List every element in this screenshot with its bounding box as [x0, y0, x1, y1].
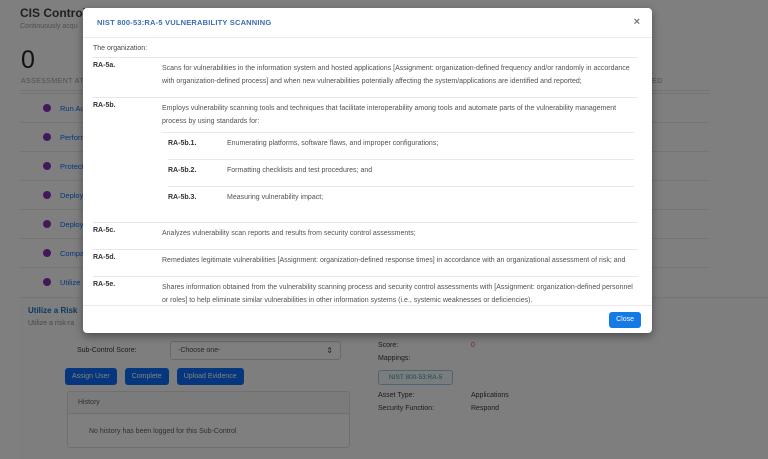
requirements-table: RA-5a.Scans for vulnerabilities in the i…: [93, 57, 638, 305]
modal-footer: Close: [83, 305, 652, 333]
requirement-row: RA-5e.Shares information obtained from t…: [93, 276, 638, 305]
close-icon[interactable]: ×: [634, 17, 640, 28]
requirement-id: RA-5b.3.: [168, 191, 227, 204]
modal-body: The organization: RA-5a.Scans for vulner…: [83, 38, 652, 305]
requirement-id: RA-5b.1.: [168, 137, 227, 150]
requirement-row: RA-5b.Employs vulnerability scanning too…: [93, 97, 638, 222]
requirement-id: RA-5b.2.: [168, 164, 227, 177]
close-button[interactable]: Close: [609, 312, 641, 328]
requirement-subrow: RA-5b.1.Enumerating platforms, software …: [168, 133, 634, 159]
modal-title: NIST 800-53:RA-5 VULNERABILITY SCANNING: [97, 18, 271, 27]
requirement-text: Analyzes vulnerability scan reports and …: [162, 227, 638, 240]
requirement-row: RA-5d.Remediates legitimate vulnerabilit…: [93, 249, 638, 276]
requirement-text: Measuring vulnerability impact;: [227, 191, 634, 204]
requirement-text: Enumerating platforms, software flaws, a…: [227, 137, 634, 150]
requirement-text: Shares information obtained from the vul…: [162, 281, 638, 305]
requirement-subtable: RA-5b.1.Enumerating platforms, software …: [162, 132, 634, 213]
screen: CIS Control Continuously acqu 0 ASSESSME…: [0, 0, 768, 459]
requirement-text: Remediates legitimate vulnerabilities [A…: [162, 254, 638, 267]
requirement-id: RA-5c.: [93, 227, 162, 240]
requirement-id: RA-5b.: [93, 102, 162, 213]
requirement-row: RA-5a.Scans for vulnerabilities in the i…: [93, 58, 638, 97]
requirement-text: Scans for vulnerabilities in the informa…: [162, 62, 638, 88]
requirement-subrow: RA-5b.3.Measuring vulnerability impact;: [168, 186, 634, 213]
requirement-id: RA-5d.: [93, 254, 162, 267]
modal-header: NIST 800-53:RA-5 VULNERABILITY SCANNING …: [83, 8, 652, 38]
requirement-subrow: RA-5b.2.Formatting checklists and test p…: [168, 159, 634, 186]
requirement-text: Formatting checklists and test procedure…: [227, 164, 634, 177]
requirement-id: RA-5e.: [93, 281, 162, 305]
requirement-row: RA-5c.Analyzes vulnerability scan report…: [93, 222, 638, 249]
requirement-id: RA-5a.: [93, 62, 162, 88]
nist-mapping-modal: NIST 800-53:RA-5 VULNERABILITY SCANNING …: [83, 8, 652, 333]
requirement-text: Employs vulnerability scanning tools and…: [162, 102, 638, 213]
modal-intro-text: The organization:: [93, 45, 638, 52]
